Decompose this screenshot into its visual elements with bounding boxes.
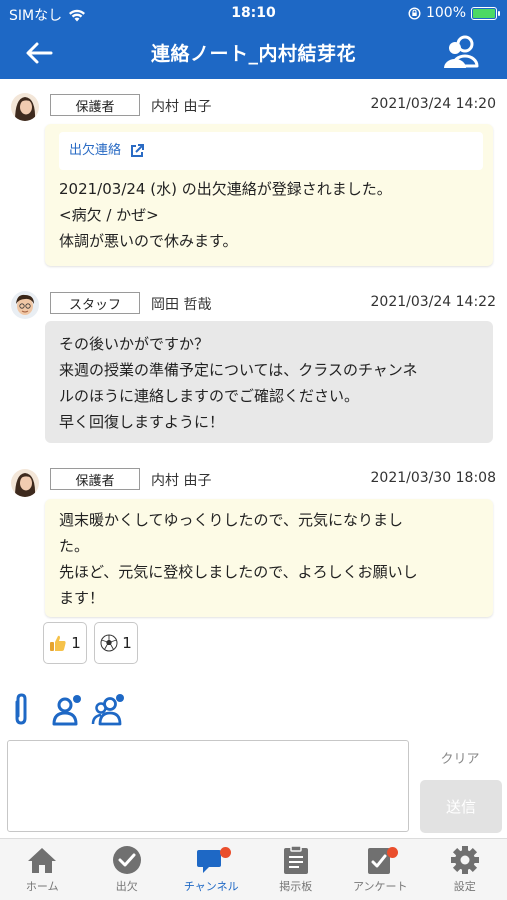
clipboard-icon bbox=[283, 845, 308, 874]
message-line: その後いかがですか？ bbox=[59, 335, 210, 353]
attendance-link-label: 出欠連絡 bbox=[69, 143, 122, 158]
message-line: 先ほど、元気に登校しましたので、よろしくお願いし bbox=[59, 563, 418, 581]
members-icon bbox=[444, 35, 479, 68]
external-link-icon bbox=[131, 144, 145, 157]
timestamp: 2021/03/24 14:22 bbox=[370, 294, 497, 310]
page-title: 連絡ノート_内村結芽花 bbox=[150, 43, 356, 65]
sender-name: 内村 由子 bbox=[151, 473, 212, 489]
message-line: 来週の授業の準備予定については、クラスのチャンネ bbox=[59, 361, 418, 379]
message-bubble: 出欠連絡 2021/03/24 (水) の出欠連絡が登録されました。 <病欠 /… bbox=[45, 124, 493, 266]
mention-group-button[interactable] bbox=[91, 693, 124, 727]
tab-label: 出欠 bbox=[115, 880, 138, 893]
tab-label: 掲示板 bbox=[279, 880, 313, 893]
battery-icon bbox=[471, 6, 500, 20]
message-line: ます！ bbox=[59, 589, 105, 607]
tab-settings[interactable]: 設定 bbox=[423, 839, 507, 900]
avatar bbox=[11, 469, 39, 497]
avatar bbox=[11, 93, 39, 121]
message-line: た。 bbox=[59, 537, 90, 555]
send-button[interactable]: 送信 bbox=[420, 780, 502, 833]
app-header: SIMなし 18:10 100% 連絡ノート_内村結芽花 bbox=[0, 0, 507, 79]
soccer-ball-icon bbox=[100, 634, 118, 652]
message-input[interactable] bbox=[8, 741, 408, 831]
attach-button[interactable] bbox=[11, 693, 43, 727]
message-line: 週末暖かくしてゆっくりしたので、元気になりまし bbox=[59, 511, 403, 529]
role-tag: 保護者 bbox=[50, 94, 140, 116]
message-line: 早く回復しますように！ bbox=[59, 413, 225, 431]
message-line: 体調が悪いので休みます。 bbox=[59, 232, 238, 250]
tab-bar: ホーム 出欠 チャンネル 掲示板 アンケート 設定 bbox=[0, 838, 507, 900]
person-add-icon bbox=[52, 695, 81, 726]
battery-percent: 100% bbox=[425, 5, 466, 21]
attendance-link[interactable]: 出欠連絡 bbox=[59, 132, 483, 170]
paperclip-icon bbox=[15, 693, 27, 725]
reaction-soccer-ball[interactable]: 1 bbox=[94, 622, 138, 664]
sender-name: 岡田 哲哉 bbox=[151, 297, 212, 313]
role-tag: 保護者 bbox=[50, 468, 140, 490]
home-icon bbox=[28, 848, 57, 873]
reaction-thumbs-up[interactable]: 1 bbox=[43, 622, 87, 664]
tab-label: チャンネル bbox=[183, 880, 239, 893]
tab-label: ホーム bbox=[25, 880, 59, 893]
message-line: ルのほうに連絡しますのでご確認ください。 bbox=[59, 387, 360, 405]
group-add-icon bbox=[91, 694, 124, 726]
avatar bbox=[11, 291, 39, 319]
check-circle-icon bbox=[112, 846, 141, 874]
sender-name: 内村 由子 bbox=[151, 99, 212, 115]
message-bubble: その後いかがですか？ 来週の授業の準備予定については、クラスのチャンネ ルのほう… bbox=[45, 321, 493, 443]
tab-survey[interactable]: アンケート bbox=[338, 839, 423, 900]
clear-button[interactable]: クリア bbox=[420, 748, 500, 767]
notification-badge bbox=[220, 847, 232, 858]
tab-label: 設定 bbox=[453, 880, 476, 893]
message-line: <病欠 / かぜ> bbox=[59, 206, 159, 224]
members-button[interactable] bbox=[441, 33, 483, 73]
gear-icon bbox=[450, 846, 479, 874]
message-input-box bbox=[7, 740, 409, 832]
composer-tools bbox=[11, 693, 124, 727]
status-bar: SIMなし 18:10 100% bbox=[0, 0, 507, 27]
tab-board[interactable]: 掲示板 bbox=[254, 839, 339, 900]
notification-badge bbox=[387, 847, 399, 858]
role-tag: スタッフ bbox=[50, 292, 140, 314]
tab-home[interactable]: ホーム bbox=[0, 839, 85, 900]
thumbs-up-icon bbox=[50, 635, 66, 651]
tab-label: アンケート bbox=[352, 880, 408, 893]
message-line: 2021/03/24 (水) の出欠連絡が登録されました。 bbox=[59, 180, 392, 198]
tab-attendance[interactable]: 出欠 bbox=[85, 839, 170, 900]
timestamp: 2021/03/24 14:20 bbox=[370, 96, 497, 112]
reaction-count: 1 bbox=[71, 634, 81, 652]
tab-channel[interactable]: チャンネル bbox=[169, 839, 254, 900]
reactions: 1 1 bbox=[43, 622, 138, 664]
timestamp: 2021/03/30 18:08 bbox=[370, 470, 497, 486]
orientation-lock-icon bbox=[408, 6, 421, 20]
reaction-count: 1 bbox=[122, 634, 132, 652]
message-bubble: 週末暖かくしてゆっくりしたので、元気になりまし た。 先ほど、元気に登校しました… bbox=[45, 499, 493, 617]
mention-person-button[interactable] bbox=[51, 693, 83, 727]
